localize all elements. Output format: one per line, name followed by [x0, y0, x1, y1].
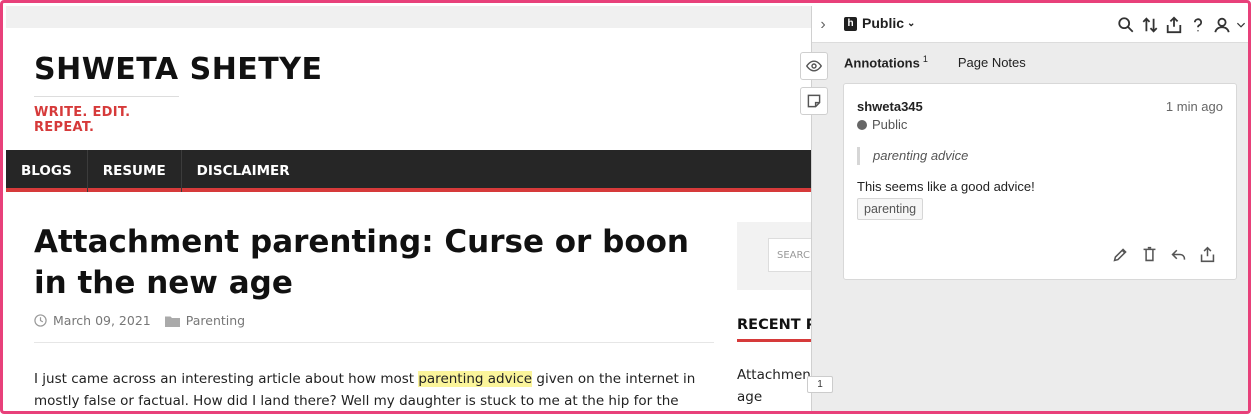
tab-annotations[interactable]: Annotations 1: [844, 54, 928, 70]
annotation-username[interactable]: shweta345: [857, 99, 923, 114]
highlighted-annotation[interactable]: parenting advice: [418, 371, 533, 387]
annotations-count: 1: [922, 54, 928, 64]
tab-page-notes[interactable]: Page Notes: [958, 55, 1026, 70]
hypothesis-topbar: › h Public ⌄: [811, 6, 1248, 43]
chevron-down-icon[interactable]: ⌄: [907, 18, 915, 29]
hypothesis-sidebar: › h Public ⌄ Annotations 1 Page Notes shw…: [811, 6, 1248, 411]
folder-icon: [164, 316, 180, 327]
annotation-visibility: Public: [857, 117, 907, 132]
delete-icon[interactable]: [1135, 243, 1164, 265]
annotation-quote[interactable]: parenting advice: [857, 147, 968, 165]
post-date: March 09, 2021: [34, 313, 151, 328]
body-text-start: I just came across an interesting articl…: [34, 371, 419, 387]
nav-item-resume[interactable]: RESUME: [88, 150, 182, 192]
search-icon[interactable]: [1114, 14, 1138, 36]
nav-item-disclaimer[interactable]: DISCLAIMER: [182, 150, 305, 192]
site-tagline: WRITE. EDIT. REPEAT.: [34, 96, 179, 135]
tab-annotations-label[interactable]: Annotations: [844, 55, 920, 70]
browser-frame: SHWETA SHETYE WRITE. EDIT. REPEAT. BLOGS…: [0, 0, 1251, 414]
annotation-card[interactable]: shweta345 1 min ago Public parenting adv…: [843, 83, 1237, 280]
group-name[interactable]: Public: [862, 15, 904, 31]
globe-icon: [857, 119, 867, 130]
share-icon[interactable]: [1162, 14, 1186, 36]
article-body: I just came across an interesting articl…: [34, 368, 714, 411]
collapse-sidebar-icon[interactable]: ›: [811, 14, 835, 38]
edit-icon[interactable]: [1106, 243, 1135, 265]
recent-posts-underline: [737, 339, 811, 342]
site-title[interactable]: SHWETA SHETYE: [34, 52, 322, 87]
annotation-timestamp[interactable]: 1 min ago: [1166, 99, 1223, 114]
share-icon[interactable]: [1193, 243, 1222, 265]
group-selector[interactable]: Public ⌄: [862, 15, 915, 31]
recent-posts-heading: RECENT P: [737, 317, 811, 333]
annotation-tag[interactable]: parenting: [857, 198, 924, 220]
recent-post-link[interactable]: Attachment age: [737, 364, 811, 408]
reply-icon[interactable]: [1164, 243, 1193, 265]
sidebar-search-input[interactable]: SEARCH: [768, 238, 811, 272]
page-top-strip: [6, 6, 811, 28]
nav-item-blogs[interactable]: BLOGS: [6, 150, 88, 192]
annotation-visibility-text: Public: [872, 117, 908, 132]
new-page-note-icon[interactable]: [800, 87, 828, 115]
post-date-text: March 09, 2021: [53, 313, 151, 328]
annotation-tabs: Annotations 1 Page Notes: [844, 54, 1056, 70]
post-category[interactable]: Parenting: [164, 313, 245, 328]
main-nav: BLOGS RESUME DISCLAIMER: [6, 150, 811, 192]
post-category-text[interactable]: Parenting: [186, 313, 245, 328]
show-highlights-eye-icon[interactable]: [800, 52, 828, 80]
article-title: Attachment parenting: Curse or boon in t…: [34, 224, 689, 301]
website: SHWETA SHETYE WRITE. EDIT. REPEAT. BLOGS…: [6, 28, 811, 411]
help-icon[interactable]: [1186, 14, 1210, 36]
annotation-toolbar: [800, 52, 830, 122]
sort-icon[interactable]: [1138, 14, 1162, 36]
article-meta: March 09, 2021 Parenting: [34, 313, 714, 343]
annotation-text: This seems like a good advice!: [857, 179, 1035, 194]
topbar-icons: [1114, 14, 1248, 36]
user-icon[interactable]: [1210, 14, 1234, 36]
annotation-actions: [1106, 243, 1222, 265]
clock-icon: [34, 314, 47, 327]
annotation-bucket-indicator[interactable]: 1: [807, 376, 833, 393]
chevron-down-icon[interactable]: [1234, 14, 1248, 36]
hypothesis-logo-icon[interactable]: h: [844, 17, 857, 31]
